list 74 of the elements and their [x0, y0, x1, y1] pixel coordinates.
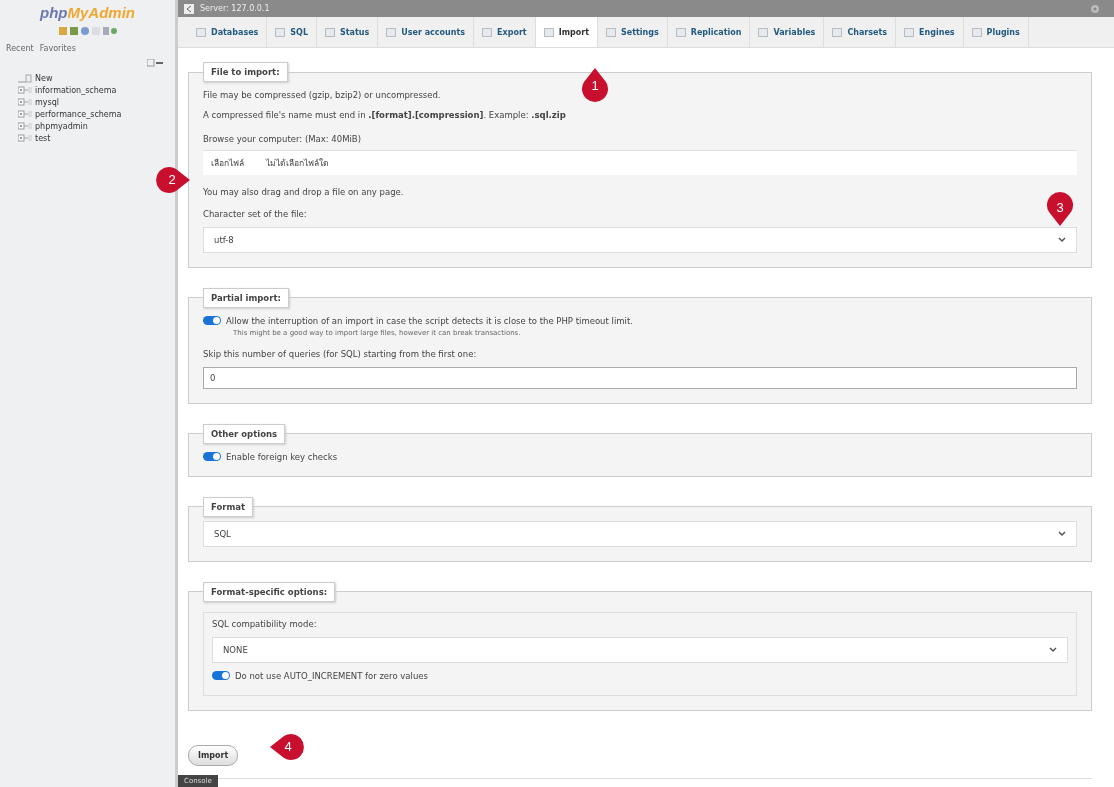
step-number: 4	[283, 739, 293, 755]
square-icon	[758, 27, 769, 37]
toolbar-icons-drawing	[58, 26, 117, 36]
logo[interactable]: phpMyAdmin	[40, 4, 135, 21]
database-link[interactable]: mysql	[35, 97, 59, 107]
step-number: 1	[590, 78, 600, 94]
select-field[interactable]: NONE	[212, 636, 1068, 663]
menu-tab[interactable]: Variables	[750, 17, 825, 47]
expand-icon[interactable]	[18, 97, 32, 107]
toggle-label: Allow the interruption of an import in case the script detects it is close to the PHP timeout limit.	[226, 315, 633, 326]
menu-tab[interactable]: Export	[474, 17, 536, 47]
expand-icon[interactable]	[18, 85, 32, 95]
menu-tab[interactable]: Replication	[667, 17, 751, 47]
back-arrow-icon[interactable]	[184, 3, 194, 14]
field-label: Character set of the file:	[203, 208, 308, 219]
chevron-down-icon	[1049, 646, 1057, 653]
field-label: SQL compatibility mode:	[212, 618, 318, 629]
toggle-switch[interactable]	[203, 452, 221, 462]
panel-legend: Other options	[203, 423, 286, 444]
file-input[interactable]: เลือกไฟล์ ไม่ได้เลือกไฟล์ใด	[203, 149, 1077, 175]
field-label: You may also drag and drop a file on any page.	[203, 186, 405, 197]
square-icon	[675, 27, 686, 37]
expand-icon[interactable]	[18, 109, 32, 119]
menu-tab[interactable]: Status	[317, 17, 379, 47]
sidebar-tab[interactable]: Favorites	[39, 44, 76, 53]
menu-tab[interactable]: Charsets	[824, 17, 897, 47]
square-icon	[275, 27, 286, 37]
menu-tab[interactable]: Settings	[598, 17, 668, 47]
square-icon	[606, 27, 616, 37]
square-icon	[386, 27, 397, 37]
info-text: File may be compressed (gzip, bzip2) or uncompressed.	[203, 90, 442, 102]
info-text: A compressed file's name must end in .[format].[compression]. Example: .sql.zip	[203, 109, 567, 122]
menu-tab[interactable]: Databases	[188, 17, 268, 47]
panel-legend: Partial import:	[203, 287, 289, 308]
field-label: Skip this number of queries (for SQL) starting from the first one:	[203, 348, 478, 359]
gear-icon[interactable]	[1090, 3, 1100, 14]
square-icon	[325, 27, 335, 37]
toggle-switch[interactable]	[203, 316, 221, 326]
field-label: Browse your computer: (Max: 40MiB)	[203, 133, 362, 144]
number-input[interactable]: 0	[203, 366, 1077, 389]
menu-tab[interactable]: Import	[535, 17, 598, 47]
database-link[interactable]: test	[35, 133, 51, 143]
step-number: 2	[167, 172, 177, 188]
import-button[interactable]: Import	[188, 744, 239, 766]
square-icon	[482, 27, 493, 37]
select-field[interactable]: SQL	[203, 520, 1077, 547]
square-icon	[904, 27, 915, 37]
panel-legend: File to import:	[203, 62, 288, 82]
menu-tab[interactable]: User accounts	[378, 17, 475, 47]
panel-legend: Format-specific options:	[203, 581, 336, 602]
chevron-down-icon	[1058, 236, 1066, 243]
chevron-down-icon	[1058, 530, 1066, 537]
menu-tab[interactable]: SQL	[267, 17, 317, 47]
menu-tab[interactable]: Engines	[896, 17, 964, 47]
square-icon	[832, 27, 843, 37]
database-link[interactable]: phpmyadmin	[35, 121, 88, 131]
panel-legend: Format	[203, 496, 254, 517]
new-database-icon	[18, 73, 32, 83]
collapse-all-icon[interactable]	[147, 59, 163, 67]
square-icon	[196, 27, 206, 37]
expand-icon[interactable]	[18, 133, 32, 143]
database-link[interactable]: information_schema	[35, 85, 117, 95]
database-link[interactable]: New	[35, 73, 53, 83]
toggle-switch[interactable]	[212, 671, 230, 681]
expand-icon[interactable]	[18, 121, 32, 131]
square-icon	[971, 27, 982, 37]
sidebar-tab[interactable]: Recent	[6, 44, 34, 53]
toggle-label: Enable foreign key checks	[226, 451, 338, 462]
select-field[interactable]: utf-8	[203, 226, 1077, 253]
toggle-label: Do not use AUTO_INCREMENT for zero values	[235, 670, 428, 681]
step-number: 3	[1055, 200, 1065, 216]
menu-tab[interactable]: Plugins	[963, 17, 1029, 47]
database-link[interactable]: performance_schema	[35, 109, 122, 119]
square-icon	[543, 27, 554, 37]
